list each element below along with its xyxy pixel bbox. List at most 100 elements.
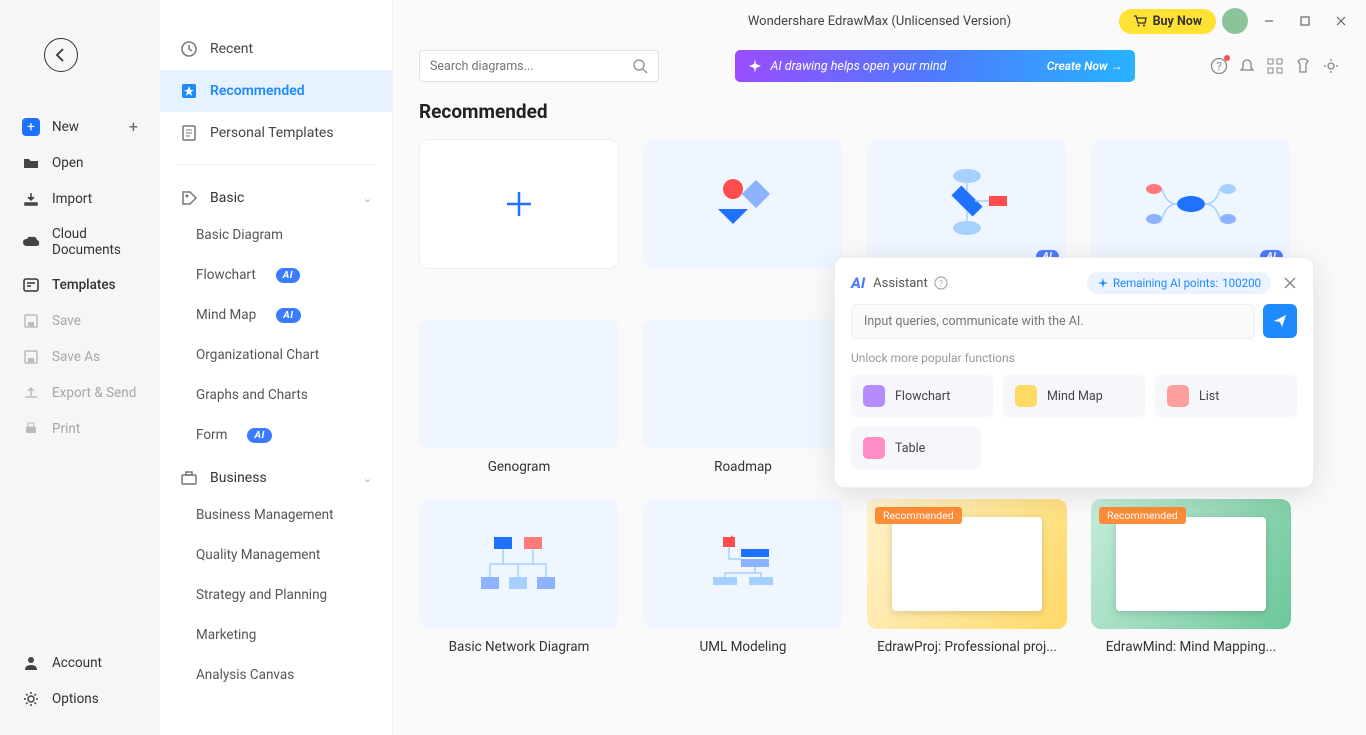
card-edrawmind[interactable]: RecommendedEdrawMind: Mind Mapping... — [1091, 499, 1291, 655]
file-menu-bottom: Account Options — [0, 645, 160, 717]
help-icon[interactable]: ? — [934, 276, 948, 290]
tshirt-icon[interactable] — [1294, 57, 1312, 75]
section-heading: Recommended — [419, 100, 1340, 123]
card-network[interactable]: Basic Network Diagram — [419, 499, 619, 655]
list-icon — [1167, 385, 1189, 407]
templates-label: Templates — [52, 277, 116, 293]
recommended-label: Recommended — [210, 83, 305, 99]
cart-icon — [1133, 14, 1147, 28]
card-roadmap[interactable]: Roadmap — [643, 319, 843, 475]
business-management-item[interactable]: Business Management — [160, 495, 392, 535]
func-list[interactable]: List — [1155, 375, 1297, 417]
import-menu-item[interactable]: Import — [0, 181, 160, 217]
import-icon — [22, 190, 40, 208]
add-new-icon[interactable]: + — [129, 117, 138, 136]
ai-badge: AI — [276, 308, 300, 323]
ai-assistant-panel: AI Assistant ? Remaining AI points: 1002… — [834, 257, 1314, 488]
save-icon — [22, 312, 40, 330]
func-flowchart[interactable]: Flowchart — [851, 375, 993, 417]
business-section-label: Business — [210, 470, 267, 486]
search-input[interactable] — [430, 59, 632, 74]
table-icon — [863, 437, 885, 459]
card-uml-label: UML Modeling — [643, 639, 843, 655]
mindmap-item[interactable]: Mind MapAI — [160, 295, 392, 335]
maximize-button[interactable] — [1290, 6, 1320, 36]
options-menu-item[interactable]: Options — [0, 681, 160, 717]
save-menu-item[interactable]: Save — [0, 303, 160, 339]
new-label: New — [52, 119, 79, 135]
personal-label: Personal Templates — [210, 125, 334, 141]
search-icon — [632, 58, 648, 74]
print-icon — [22, 420, 40, 438]
new-menu-item[interactable]: +New + — [0, 108, 160, 145]
func-flowchart-label: Flowchart — [895, 389, 950, 404]
saveas-icon — [22, 348, 40, 366]
sparkle-icon — [747, 58, 763, 74]
ai-badge: AI — [247, 428, 271, 443]
basic-diagram-item[interactable]: Basic Diagram — [160, 215, 392, 255]
personal-templates-item[interactable]: Personal Templates — [160, 112, 392, 154]
avatar[interactable] — [1222, 8, 1248, 34]
card-genogram-label: Genogram — [419, 459, 619, 475]
flowchart-label: Flowchart — [196, 267, 256, 283]
graphs-label: Graphs and Charts — [196, 387, 308, 403]
file-menu: +New + Open Import Cloud Documents Templ… — [0, 108, 160, 447]
func-table[interactable]: Table — [851, 427, 981, 469]
marketing-label: Marketing — [196, 627, 256, 643]
recent-item[interactable]: Recent — [160, 28, 392, 70]
briefcase-icon — [180, 469, 198, 487]
unlock-caption: Unlock more popular functions — [851, 351, 1297, 365]
card-blank[interactable]: Blank Drawing — [419, 139, 619, 295]
func-table-label: Table — [895, 441, 925, 456]
buy-now-button[interactable]: Buy Now — [1119, 9, 1216, 34]
func-mindmap[interactable]: Mind Map — [1003, 375, 1145, 417]
ai-send-button[interactable] — [1263, 304, 1297, 338]
card-edrawproj[interactable]: RecommendedEdrawProj: Professional proj.… — [867, 499, 1067, 655]
search-box[interactable] — [419, 50, 659, 82]
recommended-item[interactable]: Recommended — [160, 70, 392, 112]
quality-management-item[interactable]: Quality Management — [160, 535, 392, 575]
points-value: 100200 — [1222, 276, 1261, 290]
orgchart-item[interactable]: Organizational Chart — [160, 335, 392, 375]
cloud-menu-item[interactable]: Cloud Documents — [0, 217, 160, 267]
ai-banner-cta: Create Now — [1047, 59, 1108, 73]
flowchart-item[interactable]: Flowchart AI — [160, 255, 392, 295]
open-menu-item[interactable]: Open — [0, 145, 160, 181]
apps-icon[interactable] — [1266, 57, 1284, 75]
buy-now-label: Buy Now — [1153, 14, 1202, 29]
print-menu-item[interactable]: Print — [0, 411, 160, 447]
minimize-button[interactable] — [1254, 6, 1284, 36]
ai-logo-icon: AI — [851, 274, 865, 292]
graphs-item[interactable]: Graphs and Charts — [160, 375, 392, 415]
saveas-menu-item[interactable]: Save As — [0, 339, 160, 375]
import-label: Import — [52, 191, 92, 207]
basic-section[interactable]: Basic ⌄ — [160, 175, 392, 215]
strategy-planning-item[interactable]: Strategy and Planning — [160, 575, 392, 615]
card-uml[interactable]: UML Modeling — [643, 499, 843, 655]
card-edrawmind-label: EdrawMind: Mind Mapping... — [1091, 639, 1291, 655]
export-icon — [22, 384, 40, 402]
card-genogram[interactable]: Genogram — [419, 319, 619, 475]
export-menu-item[interactable]: Export & Send — [0, 375, 160, 411]
ai-badge: AI — [276, 268, 300, 283]
bell-icon[interactable] — [1238, 57, 1256, 75]
print-label: Print — [52, 421, 80, 437]
main-area: Wondershare EdrawMax (Unlicensed Version… — [393, 0, 1366, 735]
assistant-close-button[interactable] — [1283, 276, 1297, 290]
close-button[interactable] — [1326, 6, 1356, 36]
clock-icon — [180, 40, 198, 58]
help-icon[interactable]: ? — [1210, 57, 1228, 75]
ai-input[interactable] — [851, 304, 1255, 339]
form-item[interactable]: FormAI — [160, 415, 392, 455]
marketing-item[interactable]: Marketing — [160, 615, 392, 655]
cloud-icon — [22, 233, 40, 251]
card-shapes[interactable]: . — [643, 139, 843, 295]
ai-banner[interactable]: AI drawing helps open your mind Create N… — [735, 50, 1135, 82]
back-button[interactable] — [44, 38, 78, 72]
business-section[interactable]: Business ⌄ — [160, 455, 392, 495]
analysis-canvas-item[interactable]: Analysis Canvas — [160, 655, 392, 695]
settings-icon[interactable] — [1322, 57, 1340, 75]
ai-points-chip[interactable]: Remaining AI points: 100200 — [1087, 272, 1271, 294]
templates-menu-item[interactable]: Templates — [0, 267, 160, 303]
account-menu-item[interactable]: Account — [0, 645, 160, 681]
